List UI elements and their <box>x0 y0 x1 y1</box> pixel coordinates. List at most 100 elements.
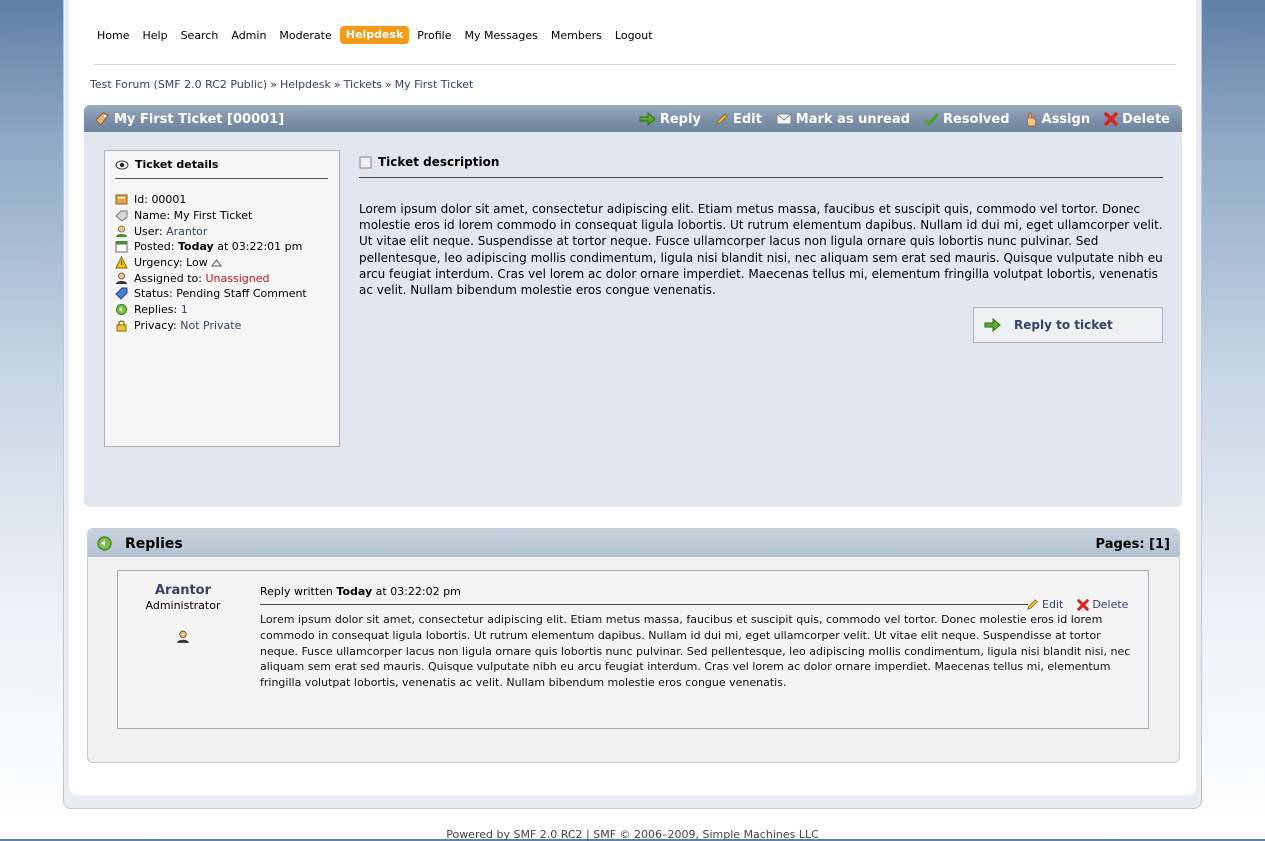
delete-button-label: Delete <box>1122 111 1170 127</box>
delete-x-icon <box>1104 112 1118 126</box>
detail-posted: Posted: Today at 03:22:01 pm <box>115 239 307 255</box>
breadcrumb-tickets[interactable]: Tickets <box>344 78 382 91</box>
poster-role: Administrator <box>145 599 221 612</box>
detail-urgency: Urgency: Low <box>115 255 307 271</box>
user-icon <box>116 225 127 237</box>
detail-user-link[interactable]: Arantor <box>166 225 207 238</box>
menu-divider <box>94 64 1176 65</box>
ticket-title: My First Ticket [00001] <box>94 111 284 127</box>
menu-item-profile[interactable]: Profile <box>417 29 451 42</box>
ticket-details-list: Id: 00001 Name: My First Ticket User: Ar… <box>115 192 307 333</box>
mark-unread-button[interactable]: Mark as unread <box>776 112 910 127</box>
tag-icon <box>115 210 128 222</box>
menu-item-home[interactable]: Home <box>97 29 129 42</box>
reply-arrow-icon <box>984 318 1001 332</box>
poster-name[interactable]: Arantor <box>118 583 248 598</box>
detail-urgency-label: Urgency: <box>134 256 183 270</box>
menu-item-moderate[interactable]: Moderate <box>279 29 331 42</box>
page-content: Home Help Search Admin Moderate Helpdesk… <box>69 0 1196 795</box>
replies-icon <box>116 304 127 316</box>
breadcrumb-separator: » <box>384 78 392 91</box>
staff-user-icon <box>177 630 189 643</box>
detail-replies-link[interactable]: 1 <box>181 303 188 316</box>
reply-actions: Edit Delete <box>1026 598 1142 611</box>
delete-button[interactable]: Delete <box>1104 112 1170 127</box>
eye-icon <box>115 160 129 169</box>
reply-to-ticket-button[interactable]: Reply to ticket <box>973 307 1163 343</box>
edit-button[interactable]: Edit <box>715 112 762 127</box>
checkmark-icon <box>923 112 939 126</box>
detail-user: User: Arantor <box>115 223 307 239</box>
menu-item-helpdesk[interactable]: Helpdesk <box>339 26 410 44</box>
lock-icon <box>116 320 127 332</box>
status-tag-icon <box>115 287 128 301</box>
ticket-details-heading: Ticket details <box>115 158 218 171</box>
reply-arrow-icon <box>639 112 656 126</box>
detail-user-label: User: <box>134 224 163 238</box>
detail-privacy-link[interactable]: Not Private <box>180 319 241 332</box>
menu-item-my-messages[interactable]: My Messages <box>464 29 537 42</box>
detail-id-value: 00001 <box>151 193 187 207</box>
detail-id-label: Id: <box>134 193 148 207</box>
breadcrumb-current-ticket[interactable]: My First Ticket <box>395 78 474 91</box>
reply-meta-day: Today <box>336 585 373 598</box>
details-divider <box>115 178 328 179</box>
replies-header-bar: Replies Pages: [1] <box>88 529 1179 557</box>
menu-item-admin[interactable]: Admin <box>231 29 266 42</box>
ticket-details-box: Ticket details Id: 00001 Name: My First … <box>104 150 340 447</box>
page-wrapper: Home Help Search Admin Moderate Helpdesk… <box>63 0 1202 809</box>
ticket-details-heading-text: Ticket details <box>135 158 219 171</box>
detail-replies-label: Replies: <box>134 303 178 317</box>
replies-icon <box>97 536 112 551</box>
assign-button[interactable]: Assign <box>1024 111 1090 127</box>
detail-assigned: Assigned to: Unassigned <box>115 270 307 286</box>
detail-assigned-label: Assigned to: <box>134 271 202 285</box>
breadcrumb-separator: » <box>333 78 341 91</box>
pencil-icon <box>716 113 728 125</box>
breadcrumb: Test Forum (SMF 2.0 RC2 Public)» Helpdesk… <box>90 78 473 91</box>
detail-assigned-value: Unassigned <box>205 271 270 285</box>
menu-item-members[interactable]: Members <box>551 29 602 42</box>
menu-item-search[interactable]: Search <box>181 29 219 42</box>
breadcrumb-helpdesk[interactable]: Helpdesk <box>280 78 331 91</box>
ticket-header-bar: My First Ticket [00001] Reply Edit Mark … <box>84 105 1182 132</box>
edit-button-label: Edit <box>732 111 762 127</box>
reply-meta-prefix: Reply written <box>260 585 333 598</box>
description-divider <box>359 177 1163 178</box>
detail-privacy: Privacy: Not Private <box>115 318 307 334</box>
menu-item-help[interactable]: Help <box>142 29 167 42</box>
detail-replies: Replies: 1 <box>115 302 307 318</box>
pencil-icon <box>1027 599 1038 610</box>
reply-edit-button[interactable]: Edit <box>1026 598 1063 611</box>
reply-button[interactable]: Reply <box>639 112 701 127</box>
warning-icon <box>115 256 128 269</box>
increase-urgency-icon[interactable] <box>210 258 222 267</box>
breadcrumb-forum[interactable]: Test Forum (SMF 2.0 RC2 Public) <box>90 78 267 91</box>
footer-copyright: Powered by SMF 2.0 RC2 | SMF © 2006–2009… <box>446 828 819 841</box>
resolved-button[interactable]: Resolved <box>923 111 1010 127</box>
ticket-description-text: Lorem ipsum dolor sit amet, consectetur … <box>359 202 1163 298</box>
poster-info: Arantor Administrator <box>118 583 248 647</box>
reply-delete-button[interactable]: Delete <box>1077 598 1128 611</box>
replies-heading: Replies <box>96 535 183 552</box>
reply-body: Lorem ipsum dolor sit amet, consectetur … <box>260 613 1131 690</box>
ticket-description-heading-text: Ticket description <box>378 155 500 169</box>
id-card-icon <box>115 194 128 205</box>
main-menu: Home Help Search Admin Moderate Helpdesk… <box>97 26 666 44</box>
reply-button-label: Reply <box>659 111 701 127</box>
detail-name-value: My First Ticket <box>173 209 253 223</box>
envelope-icon <box>776 113 792 125</box>
reply-post: Arantor Administrator Reply written Toda… <box>117 570 1149 729</box>
delete-x-icon <box>1077 598 1090 611</box>
detail-posted-label: Posted: <box>134 240 175 254</box>
ticket-panel: My First Ticket [00001] Reply Edit Mark … <box>84 105 1182 507</box>
resolved-button-label: Resolved <box>942 111 1010 127</box>
detail-status-value: Pending Staff Comment <box>176 287 307 301</box>
menu-item-logout[interactable]: Logout <box>615 29 653 42</box>
pagination[interactable]: Pages: [1] <box>1096 537 1170 552</box>
ticket-icon <box>95 112 109 126</box>
mark-unread-button-label: Mark as unread <box>795 111 910 127</box>
detail-posted-day: Today <box>177 240 214 254</box>
reply-meta-time: at 03:22:02 pm <box>375 585 461 598</box>
reply-divider <box>260 604 1028 605</box>
